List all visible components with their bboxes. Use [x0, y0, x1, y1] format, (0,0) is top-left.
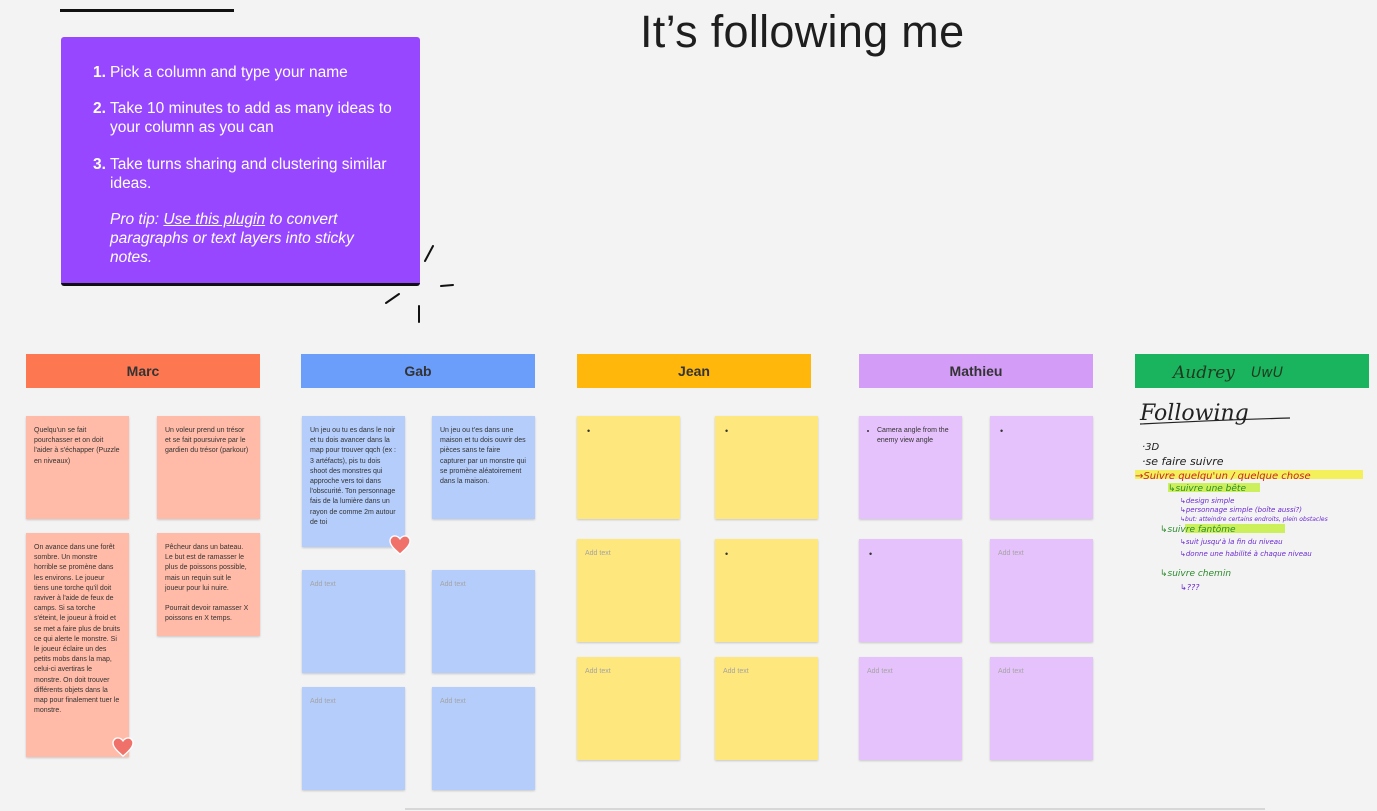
instruction-step-3: 3. Take turns sharing and clustering sim… [93, 155, 393, 193]
step-number: 1. [93, 64, 106, 81]
step-number: 2. [93, 100, 106, 117]
sticky-note-empty[interactable]: Add text [577, 539, 680, 642]
sticky-note[interactable]: Un voleur prend un trésor et se fait pou… [157, 416, 260, 519]
sticky-note-bullet[interactable] [715, 539, 818, 642]
column-header-marc[interactable]: Marc [26, 354, 260, 388]
heart-icon[interactable] [112, 737, 134, 757]
handwritten-header: Audrey UwU [1171, 363, 1283, 383]
sticky-note-empty[interactable]: Add text [432, 687, 535, 790]
sticky-note[interactable]: Camera angle from the enemy view angle [859, 416, 962, 519]
sticky-note[interactable]: Quelqu'un se fait pourchasser et on doit… [26, 416, 129, 519]
heart-icon[interactable] [389, 535, 411, 555]
column-header-jean[interactable]: Jean [577, 354, 811, 388]
sticky-text: Pêcheur dans un bateau. Le but est de ra… [165, 544, 247, 592]
board-title: It’s following me [640, 6, 965, 57]
note-line: ↳but: atteindre certains endroits, plein… [1180, 516, 1328, 523]
plugin-link[interactable]: Use this plugin [163, 211, 265, 228]
note-line: ·se faire suivre [1142, 455, 1224, 468]
note-line: ↳suivre fantôme [1160, 524, 1236, 535]
sticky-note-empty[interactable]: Add text [859, 657, 962, 760]
step-text: Take 10 minutes to add as many ideas to … [110, 100, 392, 136]
note-line: ↳donne une habilité à chaque niveau [1180, 550, 1312, 558]
sticky-note-empty[interactable]: Add text [432, 570, 535, 673]
instructions-card[interactable]: 1. Pick a column and type your name 2. T… [61, 37, 420, 286]
handwritten-notes[interactable]: Following ·3D ·se faire suivre →Suivre q… [1130, 390, 1377, 620]
sticky-note-empty[interactable]: Add text [990, 657, 1093, 760]
sticky-note-empty[interactable]: Add text [990, 539, 1093, 642]
sticky-note[interactable]: Pêcheur dans un bateau. Le but est de ra… [157, 533, 260, 636]
note-line: ↳design simple [1180, 497, 1234, 505]
note-line: ↳??? [1180, 583, 1200, 592]
instruction-step-1: 1. Pick a column and type your name [93, 63, 393, 82]
column-header-gab[interactable]: Gab [301, 354, 535, 388]
step-number: 3. [93, 156, 106, 173]
step-text: Pick a column and type your name [110, 64, 348, 81]
sticky-note-empty[interactable]: Add text [302, 570, 405, 673]
note-line: ↳suit jusqu'à la fin du niveau [1180, 538, 1283, 546]
notes-title: Following [1139, 401, 1249, 426]
pro-tip: Pro tip: Use this plugin to convert para… [110, 210, 400, 267]
header-emoticon: UwU [1251, 365, 1283, 381]
sticky-note-empty[interactable]: Add text [577, 657, 680, 760]
sticky-note[interactable]: Un jeu ou tu es dans le noir et tu dois … [302, 416, 405, 547]
sticky-note-empty[interactable]: Add text [302, 687, 405, 790]
sticky-note-bullet[interactable] [859, 539, 962, 642]
sticky-note[interactable]: On avance dans une forêt sombre. Un mons… [26, 533, 129, 757]
column-header-mathieu[interactable]: Mathieu [859, 354, 1093, 388]
column-header-audrey[interactable]: Audrey UwU [1135, 354, 1369, 388]
divider [405, 808, 1265, 810]
instruction-step-2: 2. Take 10 minutes to add as many ideas … [93, 99, 393, 137]
frame-edge [60, 9, 234, 12]
sticky-note-bullet[interactable] [715, 416, 818, 519]
step-text: Take turns sharing and clustering simila… [110, 156, 387, 192]
bullet-item: Camera angle from the enemy view angle [877, 426, 954, 446]
note-line: ↳suivre chemin [1160, 569, 1231, 579]
note-line: →Suivre quelqu'un / quelque chose [1135, 471, 1311, 482]
note-line: ↳personnage simple (boîte aussi?) [1180, 506, 1302, 514]
sticky-note-bullet[interactable] [577, 416, 680, 519]
sticky-note-empty[interactable]: Add text [715, 657, 818, 760]
header-name: Audrey [1171, 363, 1235, 383]
bullet-list: Camera angle from the enemy view angle [867, 426, 954, 446]
note-line: ·3D [1142, 442, 1160, 453]
tip-prefix: Pro tip: [110, 211, 164, 228]
sparkle-scribble [385, 245, 454, 323]
sticky-text: Pourrait devoir ramasser X poissons en X… [165, 605, 249, 623]
note-line: ↳suivre une bête [1168, 483, 1246, 494]
sticky-note[interactable]: Un jeu ou t'es dans une maison et tu doi… [432, 416, 535, 519]
sticky-note-bullet[interactable] [990, 416, 1093, 519]
